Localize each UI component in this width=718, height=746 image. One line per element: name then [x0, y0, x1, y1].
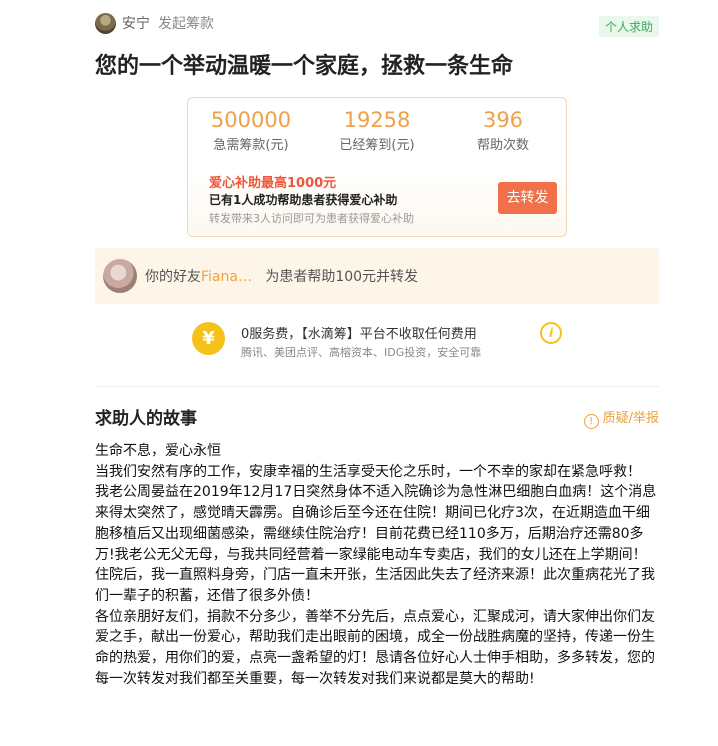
- stat-label: 帮助次数: [476, 138, 529, 153]
- page-title: 您的一个举动温暖一个家庭，拯救一条生命: [95, 53, 514, 79]
- fee-notice: ¥ 0服务费，【水滴筹】平台不收取任何费用 腾讯、美团点评、高榕资本、IDG投资…: [192, 314, 562, 364]
- friend-banner[interactable]: 你的好友Fiana… 为患者帮助100元并转发: [95, 248, 659, 304]
- header: 安宁 发起筹款 个人求助: [95, 0, 659, 46]
- friend-prefix: 你的好友: [145, 269, 201, 285]
- report-label: 质疑/举报: [602, 411, 659, 426]
- username[interactable]: 安宁: [122, 13, 150, 33]
- story-body: 生命不息，爱心永恒 当我们安然有序的工作，安康幸福的生活享受天伦之乐时，一个不幸…: [95, 441, 659, 689]
- action-label: 发起筹款: [158, 16, 214, 32]
- story-paragraph: 我老公周晏益在2019年12月17日突然身体不适入院确诊为急性淋巴细胞白血病！这…: [95, 484, 657, 604]
- page: 安宁 发起筹款 个人求助 您的一个举动温暖一个家庭，拯救一条生命 500000 …: [95, 0, 659, 687]
- friend-avatar: [103, 259, 137, 293]
- fundraising-stats-card: 500000 急需筹款(元) 19258 已经筹到(元) 396 帮助次数 爱心…: [187, 97, 567, 237]
- stat-label: 急需筹款(元): [213, 138, 289, 153]
- stat-label: 已经筹到(元): [339, 138, 415, 153]
- info-icon[interactable]: i: [540, 322, 562, 344]
- story-paragraph: 生命不息，爱心永恒: [95, 443, 221, 459]
- yen-icon: ¥: [192, 322, 225, 355]
- story-heading: 求助人的故事: [95, 409, 197, 429]
- fee-investors: 腾讯、美团点评、高榕资本、IDG投资，安全可靠: [241, 346, 482, 359]
- warning-icon: !: [583, 414, 599, 429]
- stat-value: 500000: [210, 108, 292, 132]
- forward-button[interactable]: 去转发: [498, 182, 557, 214]
- stat-target: 500000 急需筹款(元): [188, 108, 314, 153]
- stat-raised: 19258 已经筹到(元): [314, 108, 440, 153]
- subsidy-title: 爱心补助最高1000元: [209, 176, 337, 191]
- subsidy-line: 已有1人成功帮助患者获得爱心补助: [209, 193, 398, 207]
- fee-line: 0服务费，【水滴筹】平台不收取任何费用: [241, 327, 477, 342]
- story-paragraph: 当我们安然有序的工作，安康幸福的生活享受天伦之乐时，一个不幸的家却在紧急呼救！: [95, 463, 641, 480]
- status-badge: 个人求助: [598, 16, 659, 37]
- stat-value: 396: [482, 108, 524, 132]
- stat-value: 19258: [343, 108, 411, 132]
- divider: [95, 386, 659, 387]
- report-link[interactable]: ! 质疑/举报: [583, 407, 659, 429]
- friend-name: Fiana…: [201, 269, 252, 285]
- subsidy-panel: 爱心补助最高1000元 已有1人成功帮助患者获得爱心补助 转发带来3人访问即可为…: [188, 170, 566, 235]
- avatar[interactable]: [95, 13, 116, 34]
- stat-helps: 396 帮助次数: [440, 108, 566, 153]
- subsidy-note: 转发带来3人访问即可为患者获得爱心补助: [209, 212, 414, 225]
- story-paragraph: 各位亲朋好友们，捐款不分多少，善举不分先后，点点爱心，汇聚成河，请大家伸出你们友…: [95, 608, 655, 687]
- stats-row: 500000 急需筹款(元) 19258 已经筹到(元) 396 帮助次数: [188, 108, 566, 153]
- friend-text: 你的好友Fiana… 为患者帮助100元并转发: [145, 266, 418, 286]
- friend-suffix: 为患者帮助100元并转发: [265, 269, 419, 285]
